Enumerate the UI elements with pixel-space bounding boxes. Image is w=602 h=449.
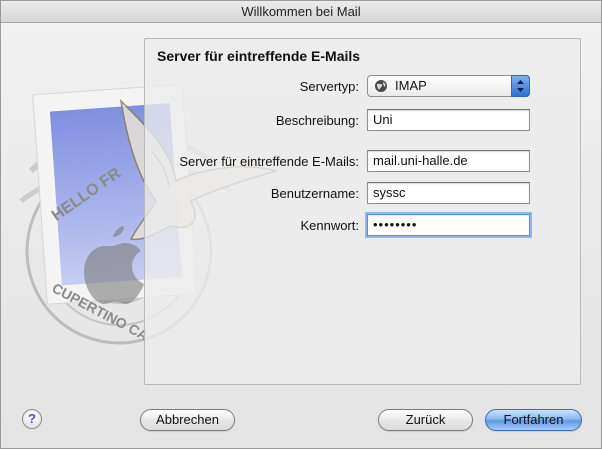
updown-arrows-icon [511,75,530,97]
continue-button[interactable]: Fortfahren [485,409,582,431]
servertyp-value: IMAP [395,78,427,93]
panel-heading: Server für eintreffende E-Mails [157,48,361,64]
kennwort-label: Kennwort: [300,218,359,233]
servertyp-popup[interactable]: IMAP [367,75,530,97]
incoming-server-field[interactable]: mail.uni-halle.de [367,150,530,172]
cancel-button[interactable]: Abbrechen [140,409,235,431]
kennwort-field[interactable]: •••••••• [367,214,530,236]
servertyp-label: Servertyp: [299,79,359,94]
mail-setup-window: Willkommen bei Mail HELLO FR CUPERTINO C… [0,0,602,449]
beschreibung-field[interactable]: Uni [367,109,530,131]
globe-icon [375,80,387,92]
help-icon: ? [28,411,36,426]
help-button[interactable]: ? [22,409,42,429]
benutzername-label: Benutzername: [270,186,359,201]
beschreibung-label: Beschreibung: [275,113,359,128]
incoming-server-label: Server für eintreffende E-Mails: [179,154,359,169]
window-title: Willkommen bei Mail [241,4,361,19]
back-button[interactable]: Zurück [378,409,473,431]
title-bar: Willkommen bei Mail [1,1,601,23]
incoming-server-panel: Server für eintreffende E-Mails Serverty… [144,38,581,385]
benutzername-field[interactable]: syssc [367,182,530,204]
